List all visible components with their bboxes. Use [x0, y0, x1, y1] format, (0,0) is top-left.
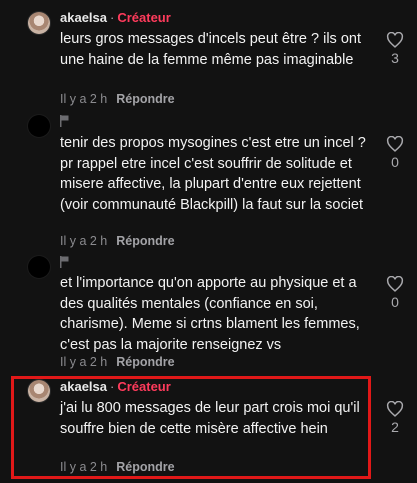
timestamp: Il y a 2 h: [60, 92, 108, 106]
like-count: 2: [391, 419, 399, 435]
comment-header: [60, 254, 70, 272]
like-button[interactable]: 0: [384, 136, 406, 170]
timestamp: Il y a 2 h: [60, 460, 108, 474]
separator-dot: ·: [110, 10, 115, 25]
reply-button[interactable]: Répondre: [116, 355, 174, 369]
avatar[interactable]: [28, 115, 50, 137]
avatar[interactable]: [28, 256, 50, 278]
creator-badge: Créateur: [117, 10, 171, 25]
reply-button[interactable]: Répondre: [116, 460, 174, 474]
comment-meta: Il y a 2 h Répondre: [60, 355, 175, 369]
like-count: 0: [391, 154, 399, 170]
avatar[interactable]: [28, 12, 50, 34]
username[interactable]: akaelsa: [60, 10, 107, 25]
like-button[interactable]: 0: [384, 276, 406, 310]
heart-outline-icon[interactable]: [386, 136, 404, 152]
comment-meta: Il y a 2 h Répondre: [60, 234, 175, 248]
like-count: 3: [391, 50, 399, 66]
heart-outline-icon[interactable]: [386, 276, 404, 292]
like-button[interactable]: 3: [384, 32, 406, 66]
comment-text: et l'importance qu'on apporte au physiqu…: [60, 275, 360, 353]
separator-dot: ·: [110, 379, 115, 394]
flag-icon: [60, 115, 69, 128]
timestamp: Il y a 2 h: [60, 234, 108, 248]
reply-button[interactable]: Répondre: [116, 234, 174, 248]
avatar[interactable]: [28, 380, 50, 402]
comment-text: tenir des propos mysogines c'est etre un…: [60, 135, 366, 213]
heart-outline-icon[interactable]: [386, 401, 404, 417]
comment-header: akaelsa · Créateur: [60, 9, 171, 27]
heart-outline-icon[interactable]: [386, 32, 404, 48]
username[interactable]: akaelsa: [60, 379, 107, 394]
flag-icon: [60, 256, 69, 269]
comment-meta: Il y a 2 h Répondre: [60, 92, 175, 106]
comment-text: j'ai lu 800 messages de leur part crois …: [60, 400, 360, 437]
reply-button[interactable]: Répondre: [116, 92, 174, 106]
timestamp: Il y a 2 h: [60, 355, 108, 369]
creator-badge: Créateur: [117, 379, 171, 394]
comment-header: [60, 113, 70, 131]
comment-text: leurs gros messages d'incels peut être ?…: [60, 31, 361, 68]
like-button[interactable]: 2: [384, 401, 406, 435]
comment-header: akaelsa · Créateur: [60, 378, 171, 396]
like-count: 0: [391, 294, 399, 310]
comment-meta: Il y a 2 h Répondre: [60, 460, 175, 474]
